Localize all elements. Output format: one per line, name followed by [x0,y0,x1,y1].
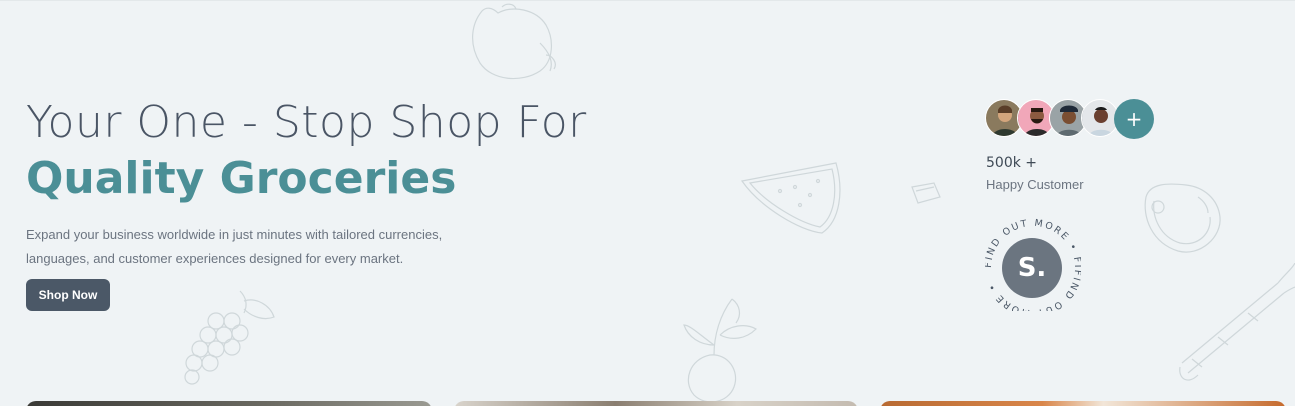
radish-doodle-icon [670,295,770,406]
small-slice-doodle-icon [910,181,942,207]
more-customers-button[interactable]: + [1114,99,1154,139]
celery-doodle-icon [1178,263,1295,385]
steak-doodle-icon [1138,177,1228,257]
watermelon-doodle-icon [740,161,850,241]
hero-section: Your One - Stop Shop For Quality Groceri… [0,0,1295,406]
shop-now-button[interactable]: Shop Now [26,279,110,311]
product-card-3[interactable] [880,401,1286,406]
apple-doodle-icon [462,3,572,83]
grapes-doodle-icon [180,287,280,387]
customer-count: 500k + [986,155,1038,171]
hero-title-line-2: Quality Groceries [26,153,457,204]
badge-logo: S. [1002,238,1062,298]
find-out-more-badge[interactable]: FIND OUT MORE • FIFIND OUT MORE • S. [983,215,1081,318]
hero-description: Expand your business worldwide in just m… [26,227,443,266]
customer-label: Happy Customer [986,177,1084,192]
product-card-2[interactable] [454,401,858,406]
customer-avatars: + [985,99,1165,139]
hero-title-line-1: Your One - Stop Shop For [26,97,587,148]
product-card-1[interactable] [26,401,432,406]
